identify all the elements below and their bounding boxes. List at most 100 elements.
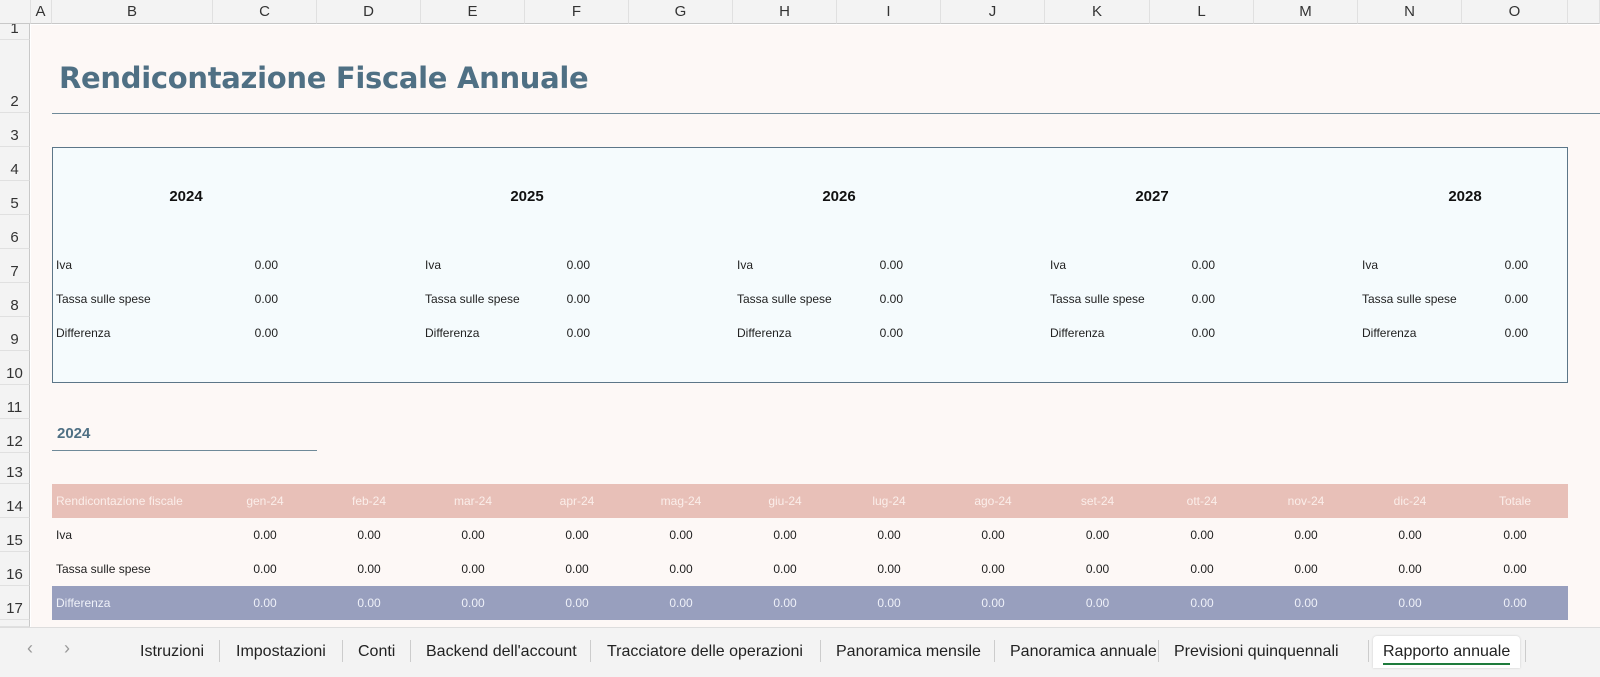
table-row: Tassa sulle spese 0.00 0.00 0.00 0.00 0.00 0.0… bbox=[52, 552, 1568, 586]
summary-box: 2024 Iva 0.00 Tassa sulle spese 0.00 Differen… bbox=[52, 147, 1568, 383]
summary-year-2028: 2028 bbox=[1448, 188, 1482, 205]
summary-value: 0.00 bbox=[879, 292, 903, 306]
table-cell: feb-24 bbox=[351, 494, 387, 508]
prev-sheet-icon[interactable]: ‹ bbox=[27, 638, 33, 659]
sheet-tab-panoramica-mensile[interactable]: Panoramica mensile bbox=[826, 636, 991, 668]
column-header-J[interactable]: J bbox=[941, 0, 1045, 24]
sheet-tab-previsioni-quinquennali[interactable]: Previsioni quinquennali bbox=[1164, 636, 1349, 668]
summary-label: Tassa sulle spese bbox=[1050, 292, 1145, 306]
summary-label: Differenza bbox=[56, 326, 111, 340]
column-header-F[interactable]: F bbox=[525, 0, 629, 24]
summary-label: Iva bbox=[1050, 258, 1067, 272]
tab-separator bbox=[1158, 640, 1159, 662]
table-cell: mar-24 bbox=[453, 494, 492, 508]
sheet-tab-conti[interactable]: Conti bbox=[348, 636, 405, 668]
tab-separator bbox=[590, 640, 591, 662]
row-header-3[interactable]: 3 bbox=[0, 113, 30, 147]
summary-value: 0.00 bbox=[1191, 326, 1215, 340]
table-cell: 0.00 bbox=[1294, 528, 1318, 542]
row-header-13[interactable]: 13 bbox=[0, 453, 30, 484]
row-header-1[interactable]: 1 bbox=[0, 20, 30, 40]
table-row: Iva 0.00 0.00 0.00 0.00 0.00 0.00 0.00 0.00 0.00 0… bbox=[52, 518, 1568, 552]
sheet-tab-rapporto-annuale[interactable]: Rapporto annuale bbox=[1373, 636, 1521, 668]
table-cell: 0.00 bbox=[1398, 562, 1422, 576]
column-header-L[interactable]: L bbox=[1150, 0, 1254, 24]
table-row-differenza: Differenza 0.00 0.00 0.00 0.00 0.00 0.00 0.00 0.… bbox=[52, 586, 1568, 620]
table-cell: 0.00 bbox=[1294, 596, 1318, 610]
table-cell: 0.00 bbox=[461, 596, 485, 610]
column-header-N[interactable]: N bbox=[1358, 0, 1462, 24]
tab-separator bbox=[1525, 640, 1526, 662]
table-cell: 0.00 bbox=[1190, 596, 1214, 610]
row-header-4[interactable]: 4 bbox=[0, 147, 30, 181]
select-all-corner[interactable] bbox=[0, 0, 31, 24]
table-cell: 0.00 bbox=[877, 528, 901, 542]
table-cell: 0.00 bbox=[773, 562, 797, 576]
summary-value: 0.00 bbox=[1504, 292, 1528, 306]
table-cell: 0.00 bbox=[461, 528, 485, 542]
section-year: 2024 bbox=[57, 425, 91, 442]
column-header-I[interactable]: I bbox=[837, 0, 941, 24]
table-cell: 0.00 bbox=[877, 596, 901, 610]
row-header-12[interactable]: 12 bbox=[0, 419, 30, 453]
sheet-tab-istruzioni[interactable]: Istruzioni bbox=[130, 636, 214, 668]
column-header-C[interactable]: C bbox=[213, 0, 317, 24]
summary-value: 0.00 bbox=[879, 258, 903, 272]
table-cell: 0.00 bbox=[981, 562, 1005, 576]
tab-separator bbox=[342, 640, 343, 662]
row-header-9[interactable]: 9 bbox=[0, 317, 30, 351]
column-header-H[interactable]: H bbox=[733, 0, 837, 24]
table-header-row: Rendicontazione fiscale gen-24 feb-24 mar-2… bbox=[52, 484, 1568, 518]
table-cell: lug-24 bbox=[872, 494, 906, 508]
row-header-14[interactable]: 14 bbox=[0, 484, 30, 518]
summary-value: 0.00 bbox=[566, 258, 590, 272]
column-header-G[interactable]: G bbox=[629, 0, 733, 24]
table-cell: 0.00 bbox=[357, 562, 381, 576]
sheet-tab-impostazioni[interactable]: Impostazioni bbox=[226, 636, 336, 668]
summary-value: 0.00 bbox=[254, 292, 278, 306]
row-header-5[interactable]: 5 bbox=[0, 181, 30, 215]
worksheet[interactable]: Rendicontazione Fiscale Annuale 2024 Iva 0… bbox=[31, 25, 1600, 627]
table-cell: set-24 bbox=[1080, 494, 1115, 508]
sheet-tab-tracciatore-delle-operazioni[interactable]: Tracciatore delle operazioni bbox=[597, 636, 813, 668]
summary-label: Differenza bbox=[1050, 326, 1105, 340]
summary-year-2025: 2025 bbox=[510, 188, 544, 205]
row-header-11[interactable]: 11 bbox=[0, 385, 30, 419]
table-cell: Totale bbox=[1498, 494, 1532, 508]
row-header-8[interactable]: 8 bbox=[0, 283, 30, 317]
next-sheet-icon[interactable]: › bbox=[64, 638, 70, 659]
summary-value: 0.00 bbox=[1504, 326, 1528, 340]
column-header-E[interactable]: E bbox=[421, 0, 525, 24]
row-header-15[interactable]: 15 bbox=[0, 518, 30, 552]
active-tab-underline bbox=[1383, 663, 1511, 665]
row-header-17[interactable]: 17 bbox=[0, 586, 30, 620]
row-header-10[interactable]: 10 bbox=[0, 351, 30, 385]
table-cell: 0.00 bbox=[981, 596, 1005, 610]
table-cell: 0.00 bbox=[253, 528, 277, 542]
section-underline bbox=[52, 450, 317, 451]
summary-label: Iva bbox=[737, 258, 754, 272]
row-header-7[interactable]: 7 bbox=[0, 249, 30, 283]
table-cell: 0.00 bbox=[357, 596, 381, 610]
column-header-M[interactable]: M bbox=[1254, 0, 1358, 24]
table-cell: 0.00 bbox=[253, 596, 277, 610]
column-header-A[interactable]: A bbox=[30, 0, 52, 24]
sheet-tab-bar: ‹ › Istruzioni Impostazioni Conti Backend d… bbox=[0, 627, 1600, 677]
column-header-D[interactable]: D bbox=[317, 0, 421, 24]
column-header-B[interactable]: B bbox=[52, 0, 213, 24]
summary-year-2027: 2027 bbox=[1135, 188, 1169, 205]
column-header-K[interactable]: K bbox=[1045, 0, 1150, 24]
row-header-6[interactable]: 6 bbox=[0, 215, 30, 249]
page-title: Rendicontazione Fiscale Annuale bbox=[59, 61, 589, 95]
row-header-16[interactable]: 16 bbox=[0, 552, 30, 586]
sheet-tab-backend-dell-account[interactable]: Backend dell'account bbox=[416, 636, 587, 668]
row-header-2[interactable]: 2 bbox=[0, 40, 30, 113]
summary-label: Differenza bbox=[737, 326, 792, 340]
table-cell: 0.00 bbox=[981, 528, 1005, 542]
title-underline bbox=[52, 113, 1600, 114]
table-cell: 0.00 bbox=[1085, 528, 1110, 542]
table-cell: 0.00 bbox=[669, 596, 693, 610]
summary-value: 0.00 bbox=[1191, 292, 1215, 306]
sheet-tab-panoramica-annuale[interactable]: Panoramica annuale bbox=[1000, 636, 1167, 668]
column-header-O[interactable]: O bbox=[1462, 0, 1568, 24]
